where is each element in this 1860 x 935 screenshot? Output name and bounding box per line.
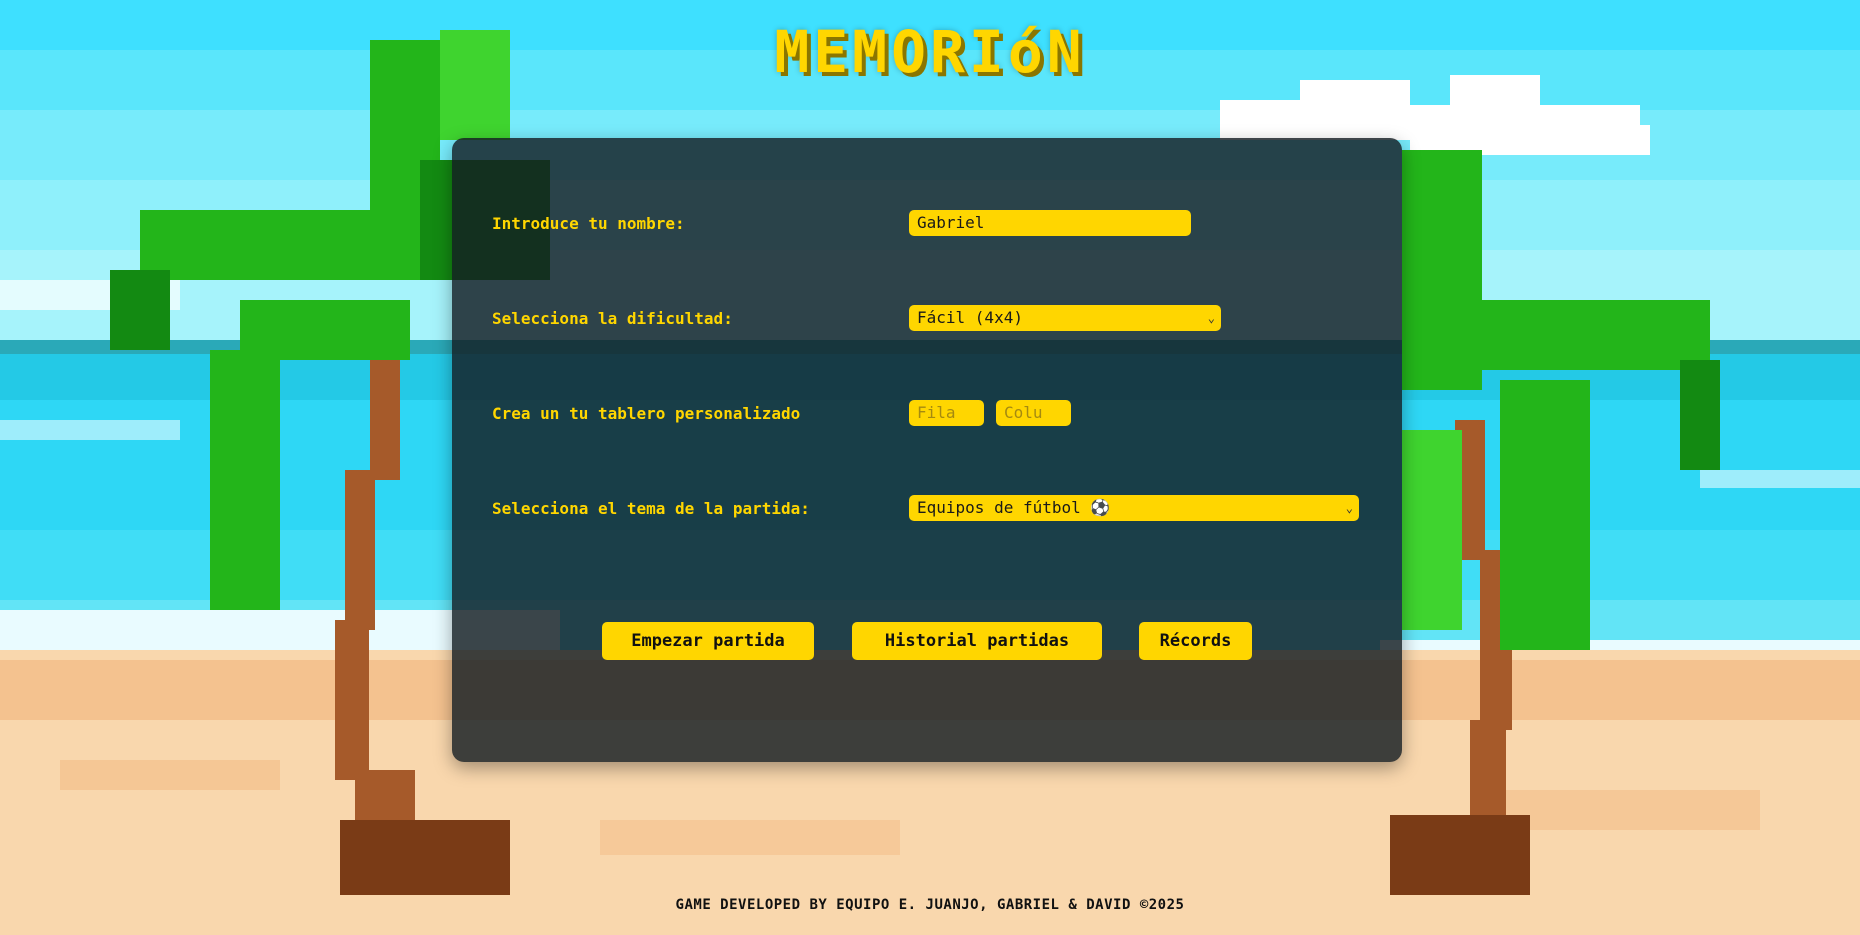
palm-leaves-right <box>1402 430 1462 630</box>
rows-input[interactable]: Fila <box>909 400 984 426</box>
difficulty-row: Selecciona la dificultad: Fácil (4x4) ⌄ <box>492 305 1372 335</box>
theme-row: Selecciona el tema de la partida: Equipo… <box>492 495 1372 525</box>
difficulty-label: Selecciona la dificultad: <box>492 309 733 328</box>
palm-leaves-right <box>1402 150 1482 390</box>
palm-trunk-left <box>370 340 400 480</box>
palm-leaves-left <box>140 210 410 280</box>
theme-selected: Equipos de fútbol ⚽ <box>917 498 1111 517</box>
palm-leaves-right <box>1500 380 1590 650</box>
custom-board-row: Crea un tu tablero personalizado Fila Co… <box>492 400 1372 430</box>
footer-credits: GAME DEVELOPED BY EQUIPO E. JUANJO, GABR… <box>675 897 1185 913</box>
palm-base-left <box>340 820 510 895</box>
palm-trunk-left <box>335 620 369 780</box>
palm-trunk-right <box>1470 720 1506 820</box>
difficulty-selected: Fácil (4x4) <box>917 308 1023 327</box>
sand-patch <box>600 820 900 855</box>
start-game-button[interactable]: Empezar partida <box>602 622 814 660</box>
palm-trunk-left <box>345 470 375 630</box>
chevron-down-icon: ⌄ <box>1207 311 1215 325</box>
game-title: MEMORIóN <box>774 18 1086 86</box>
theme-select[interactable]: Equipos de fútbol ⚽ ⌄ <box>909 495 1359 521</box>
custom-board-label: Crea un tu tablero personalizado <box>492 404 801 423</box>
palm-leaves-right <box>1680 360 1720 470</box>
foam <box>0 420 180 440</box>
history-button[interactable]: Historial partidas <box>852 622 1102 660</box>
palm-base-right <box>1390 815 1530 895</box>
difficulty-select[interactable]: Fácil (4x4) ⌄ <box>909 305 1221 331</box>
chevron-down-icon: ⌄ <box>1345 501 1353 515</box>
palm-leaves-left <box>110 270 170 350</box>
cloud <box>1540 125 1650 155</box>
records-button[interactable]: Récords <box>1139 622 1252 660</box>
name-label: Introduce tu nombre: <box>492 214 685 233</box>
palm-leaves-right <box>1480 300 1710 370</box>
setup-panel: Introduce tu nombre: Gabriel Selecciona … <box>452 138 1402 762</box>
name-input[interactable]: Gabriel <box>909 210 1191 236</box>
name-row: Introduce tu nombre: Gabriel <box>492 210 1372 240</box>
palm-leaves-left <box>210 350 280 610</box>
foam <box>1700 470 1860 488</box>
cols-input[interactable]: Colu <box>996 400 1071 426</box>
theme-label: Selecciona el tema de la partida: <box>492 499 810 518</box>
sand-patch <box>1500 790 1760 830</box>
sand-patch <box>60 760 280 790</box>
